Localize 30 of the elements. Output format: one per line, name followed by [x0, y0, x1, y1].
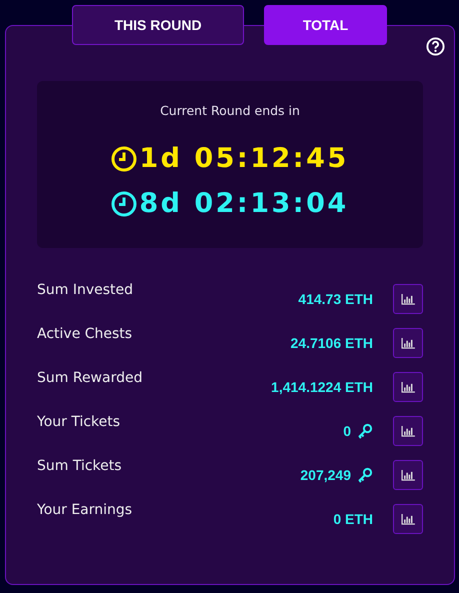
chart-button[interactable]	[393, 460, 423, 490]
countdown-caption: Current Round ends in	[160, 103, 300, 118]
bar-chart-icon	[400, 426, 416, 436]
stat-value: 207,249	[300, 467, 351, 483]
stat-value: 1,414.1224 ETH	[271, 379, 373, 395]
tab[interactable]: TOTAL	[264, 5, 387, 45]
chart-button[interactable]	[393, 328, 423, 358]
bar-chart-icon	[400, 382, 416, 392]
bar-chart-icon	[400, 470, 416, 480]
help-icon[interactable]	[426, 37, 445, 56]
bar-chart-icon	[400, 294, 416, 304]
stat-label: Your Tickets	[37, 414, 122, 430]
stat-label: Sum Tickets	[37, 458, 123, 474]
chart-button[interactable]	[393, 416, 423, 446]
stat-label: Sum Invested	[37, 282, 134, 298]
chart-button[interactable]	[393, 372, 423, 402]
tab[interactable]: THIS ROUND	[72, 5, 244, 45]
bar-chart-icon	[400, 338, 416, 348]
stat-label: Your Earnings	[37, 502, 134, 518]
chart-button[interactable]	[393, 504, 423, 534]
chart-button[interactable]	[393, 284, 423, 314]
stat-value: 24.7106 ETH	[290, 335, 373, 351]
timer-value: 8d 02:13:04	[139, 188, 349, 219]
stat-value: 414.73 ETH	[298, 291, 373, 307]
stat-value: 0	[343, 423, 351, 439]
stat-value: 0 ETH	[333, 511, 373, 527]
bar-chart-icon	[400, 514, 416, 524]
stat-label: Sum Rewarded	[37, 370, 144, 386]
stat-label: Active Chests	[37, 326, 134, 342]
timer-value: 1d 05:12:45	[139, 143, 349, 174]
